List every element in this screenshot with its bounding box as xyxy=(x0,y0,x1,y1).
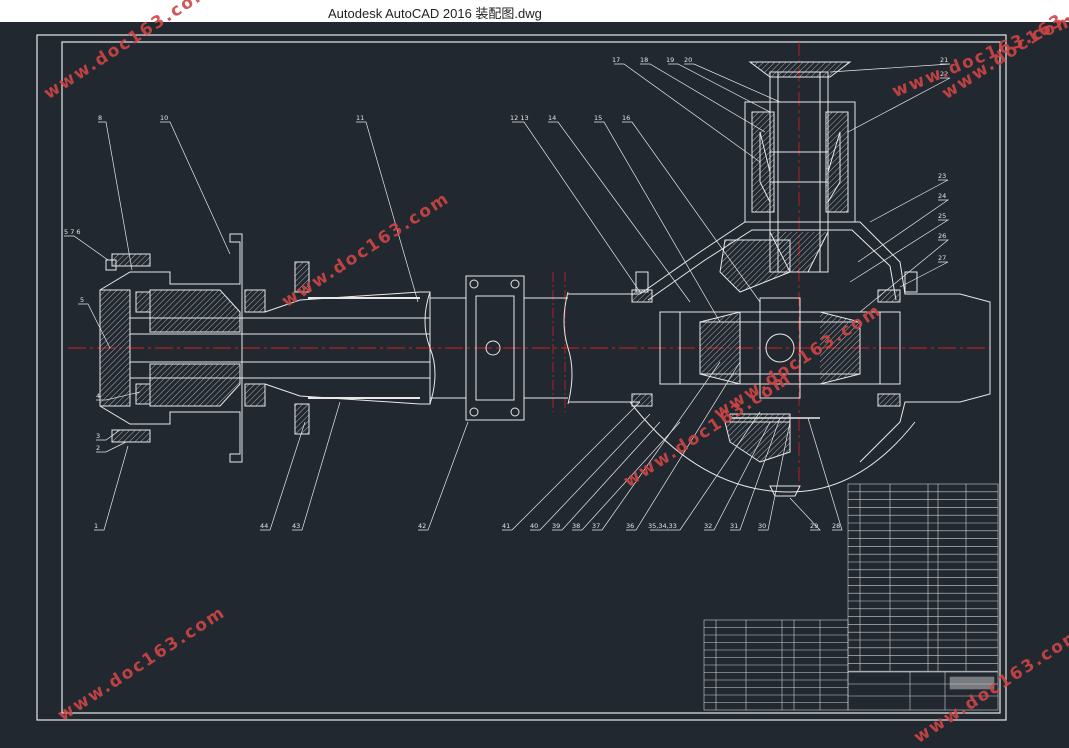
part-label: 44 xyxy=(260,522,268,530)
part-label: 40 xyxy=(530,522,538,530)
part-label: 24 xyxy=(938,192,946,200)
part-label: 23 xyxy=(938,172,946,180)
part-label: 5 xyxy=(80,296,84,304)
parts-list-table-left xyxy=(703,619,849,711)
assembly-drawing: 8 10 11 12 13 14 15 16 17 18 19 20 21 22… xyxy=(36,34,1007,721)
parts-list-table xyxy=(847,483,999,672)
part-label: 39 xyxy=(552,522,560,530)
part-label: 19 xyxy=(666,56,674,64)
part-label: 20 xyxy=(684,56,692,64)
part-label: 25 xyxy=(938,212,946,220)
part-label: 31 xyxy=(730,522,738,530)
part-label: 26 xyxy=(938,232,946,240)
window-title: Autodesk AutoCAD 2016 装配图.dwg xyxy=(328,6,542,21)
part-label: 10 xyxy=(160,114,168,122)
part-label: 16 xyxy=(622,114,630,122)
part-label: 4 xyxy=(96,392,100,400)
drawing-canvas[interactable]: 8 10 11 12 13 14 15 16 17 18 19 20 21 22… xyxy=(0,0,1069,748)
part-label: 3 xyxy=(96,432,100,440)
part-label: 8 xyxy=(98,114,102,122)
part-label: 2 xyxy=(96,444,100,452)
part-label: 28 xyxy=(832,522,840,530)
part-label: 11 xyxy=(356,114,364,122)
part-label: 41 xyxy=(502,522,510,530)
part-label: 1 xyxy=(94,522,98,530)
part-label: 5 7 6 xyxy=(64,228,81,236)
part-label: 12 13 xyxy=(510,114,529,122)
part-label: 42 xyxy=(418,522,426,530)
part-label: 38 xyxy=(572,522,580,530)
part-label: 15 xyxy=(594,114,602,122)
part-label: 14 xyxy=(548,114,556,122)
part-label: 36 xyxy=(626,522,634,530)
part-label: 29 xyxy=(810,522,818,530)
part-label: 37 xyxy=(592,522,600,530)
part-label: 43 xyxy=(292,522,300,530)
part-label: 32 xyxy=(704,522,712,530)
part-label: 30 xyxy=(758,522,766,530)
part-label: 18 xyxy=(640,56,648,64)
part-label: 27 xyxy=(938,254,946,262)
part-label: 35,34,33 xyxy=(648,522,677,530)
part-label: 17 xyxy=(612,56,620,64)
